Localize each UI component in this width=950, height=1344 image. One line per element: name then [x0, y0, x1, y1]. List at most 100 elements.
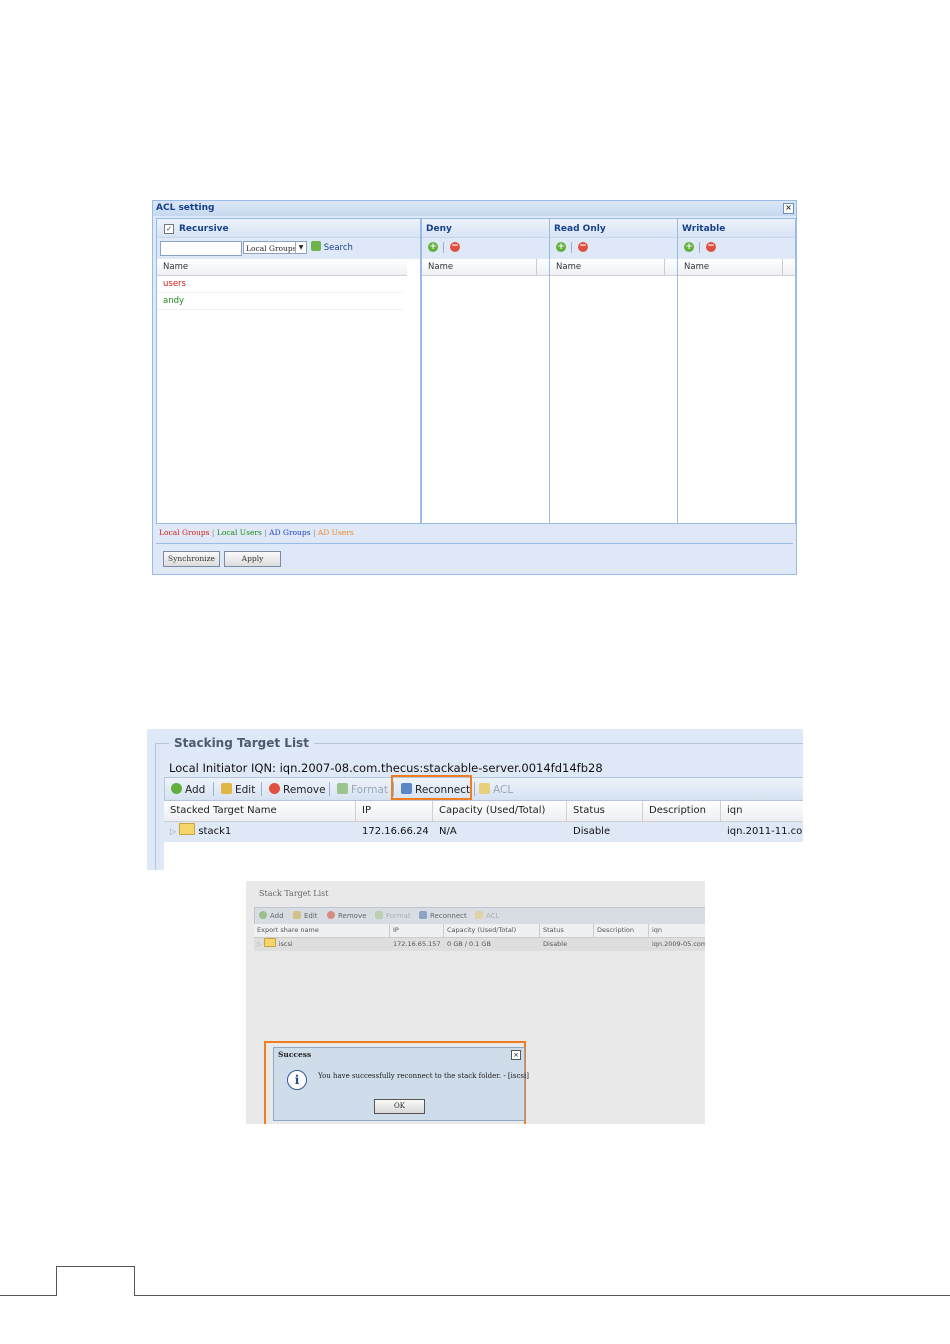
legend-separator: |	[312, 528, 316, 537]
deny-pane: Deny + − Name	[421, 218, 550, 524]
column-header[interactable]: Description	[594, 924, 649, 937]
toolbar-divider	[699, 242, 700, 253]
iqn-cell: iqn.2009-05.com	[652, 940, 705, 948]
remove-icon[interactable]: −	[450, 242, 460, 252]
add-icon	[259, 911, 267, 919]
table-row[interactable]: ▷ stack1 172.16.66.24 N/A Disable iqn.20…	[164, 822, 803, 842]
search-icon	[311, 241, 321, 251]
column-header[interactable]: Capacity (Used/Total)	[444, 924, 540, 937]
ip-cell: 172.16.66.24	[362, 826, 429, 837]
recursive-checkbox[interactable]: ✓	[164, 224, 174, 234]
edit-button[interactable]: Edit	[293, 911, 318, 920]
initiator-iqn: Local Initiator IQN: iqn.2007-08.com.the…	[169, 761, 603, 775]
synchronize-button[interactable]: Synchronize	[163, 551, 220, 567]
read-only-toolbar: + −	[550, 237, 677, 259]
acl-label: ACL	[493, 784, 514, 796]
edit-label: Edit	[304, 912, 318, 920]
reconnect-label: Reconnect	[430, 912, 467, 920]
acl-button[interactable]: ACL	[475, 911, 499, 920]
remove-icon[interactable]: −	[706, 242, 716, 252]
close-icon[interactable]: ×	[511, 1050, 521, 1060]
column-header[interactable]: IP	[356, 801, 433, 821]
read-only-name-header[interactable]: Name	[550, 259, 677, 276]
stacking-title: Stacking Target List	[169, 736, 314, 750]
dialog-message: You have successfully reconnect to the s…	[318, 1072, 529, 1080]
add-button[interactable]: Add	[259, 911, 284, 920]
acl-icon	[475, 911, 483, 919]
format-label: Format	[351, 784, 389, 796]
reconnect-icon	[419, 911, 427, 919]
capacity-cell: 0 GB / 0.1 GB	[447, 940, 491, 948]
search-label: Search	[323, 243, 353, 253]
edit-icon	[293, 911, 301, 919]
writable-name-header[interactable]: Name	[678, 259, 795, 276]
stacking-table: Stacked Target Name IP Capacity (Used/To…	[164, 801, 803, 870]
folder-icon	[179, 823, 196, 835]
table-row[interactable]: ▷ iscsi 172.16.65.157 0 GB / 0.1 GB Disa…	[254, 938, 705, 951]
reconnect-button[interactable]: Reconnect	[419, 911, 467, 920]
add-label: Add	[185, 784, 206, 796]
writable-pane: Writable + − Name	[677, 218, 796, 524]
share-name-cell: ▷ iscsi	[254, 938, 390, 951]
legend-local-groups: Local Groups	[159, 528, 210, 537]
remove-button[interactable]: Remove	[327, 911, 366, 920]
acl-label: ACL	[486, 912, 500, 920]
name-header-label: Name	[556, 262, 582, 272]
deny-title: Deny	[422, 219, 549, 237]
column-header[interactable]: Stacked Target Name	[164, 801, 356, 821]
deny-toolbar: + −	[422, 237, 549, 259]
stacking-toolbar: Add Edit Remove Format Reconnect ACL	[164, 777, 803, 801]
add-icon[interactable]: +	[684, 242, 694, 252]
description-cell	[643, 822, 721, 842]
list-item[interactable]: andy	[157, 293, 403, 310]
search-button[interactable]: Search	[311, 241, 353, 253]
column-header[interactable]: Export share name	[254, 924, 390, 937]
acl-search-bar: Local Groups ▼ Search	[157, 237, 420, 259]
list-item[interactable]: users	[157, 276, 403, 293]
chevron-down-icon[interactable]: ▼	[295, 242, 306, 253]
column-header[interactable]: Status	[567, 801, 643, 821]
group-type-select[interactable]: Local Groups ▼	[243, 241, 307, 254]
expand-icon[interactable]: ▷	[257, 941, 262, 948]
read-only-pane: Read Only + − Name	[549, 218, 678, 524]
toolbar-divider	[571, 242, 572, 253]
remove-button[interactable]: Remove	[269, 783, 326, 796]
column-header[interactable]: iqn	[721, 801, 803, 821]
iqn-cell: iqn.2011-11.com	[727, 826, 803, 837]
apply-button[interactable]: Apply	[224, 551, 281, 567]
format-button[interactable]: Format	[375, 911, 411, 920]
column-header[interactable]: Capacity (Used/Total)	[433, 801, 567, 821]
legend-separator: |	[211, 528, 215, 537]
add-icon[interactable]: +	[428, 242, 438, 252]
status-cell: Disable	[543, 940, 568, 948]
expand-icon[interactable]: ▷	[170, 827, 176, 836]
column-header[interactable]: Status	[540, 924, 594, 937]
divider	[156, 543, 793, 544]
description-cell	[594, 938, 649, 951]
column-header[interactable]: IP	[390, 924, 444, 937]
edit-button[interactable]: Edit	[221, 783, 255, 796]
ok-button[interactable]: OK	[374, 1099, 425, 1114]
remove-icon[interactable]: −	[578, 242, 588, 252]
acl-name-header[interactable]: Name	[157, 259, 407, 276]
column-header[interactable]: iqn	[649, 924, 705, 937]
target-name: stack1	[198, 826, 232, 837]
writable-toolbar: + −	[678, 237, 795, 259]
info-icon: i	[287, 1070, 307, 1090]
add-icon[interactable]: +	[556, 242, 566, 252]
edit-icon	[221, 783, 232, 794]
remove-label: Remove	[338, 912, 367, 920]
column-header[interactable]: Description	[643, 801, 721, 821]
format-button[interactable]: Format	[337, 783, 388, 796]
close-icon[interactable]: ×	[783, 203, 794, 214]
acl-button[interactable]: ACL	[479, 783, 513, 796]
share-name: iscsi	[278, 940, 293, 948]
format-icon	[337, 783, 348, 794]
name-header-label: Name	[428, 262, 454, 272]
target-name-cell: ▷ stack1	[164, 822, 356, 842]
add-button[interactable]: Add	[171, 783, 205, 796]
page-number-tab	[56, 1266, 135, 1296]
remove-icon	[327, 911, 335, 919]
acl-search-input[interactable]	[160, 241, 242, 256]
deny-name-header[interactable]: Name	[422, 259, 549, 276]
